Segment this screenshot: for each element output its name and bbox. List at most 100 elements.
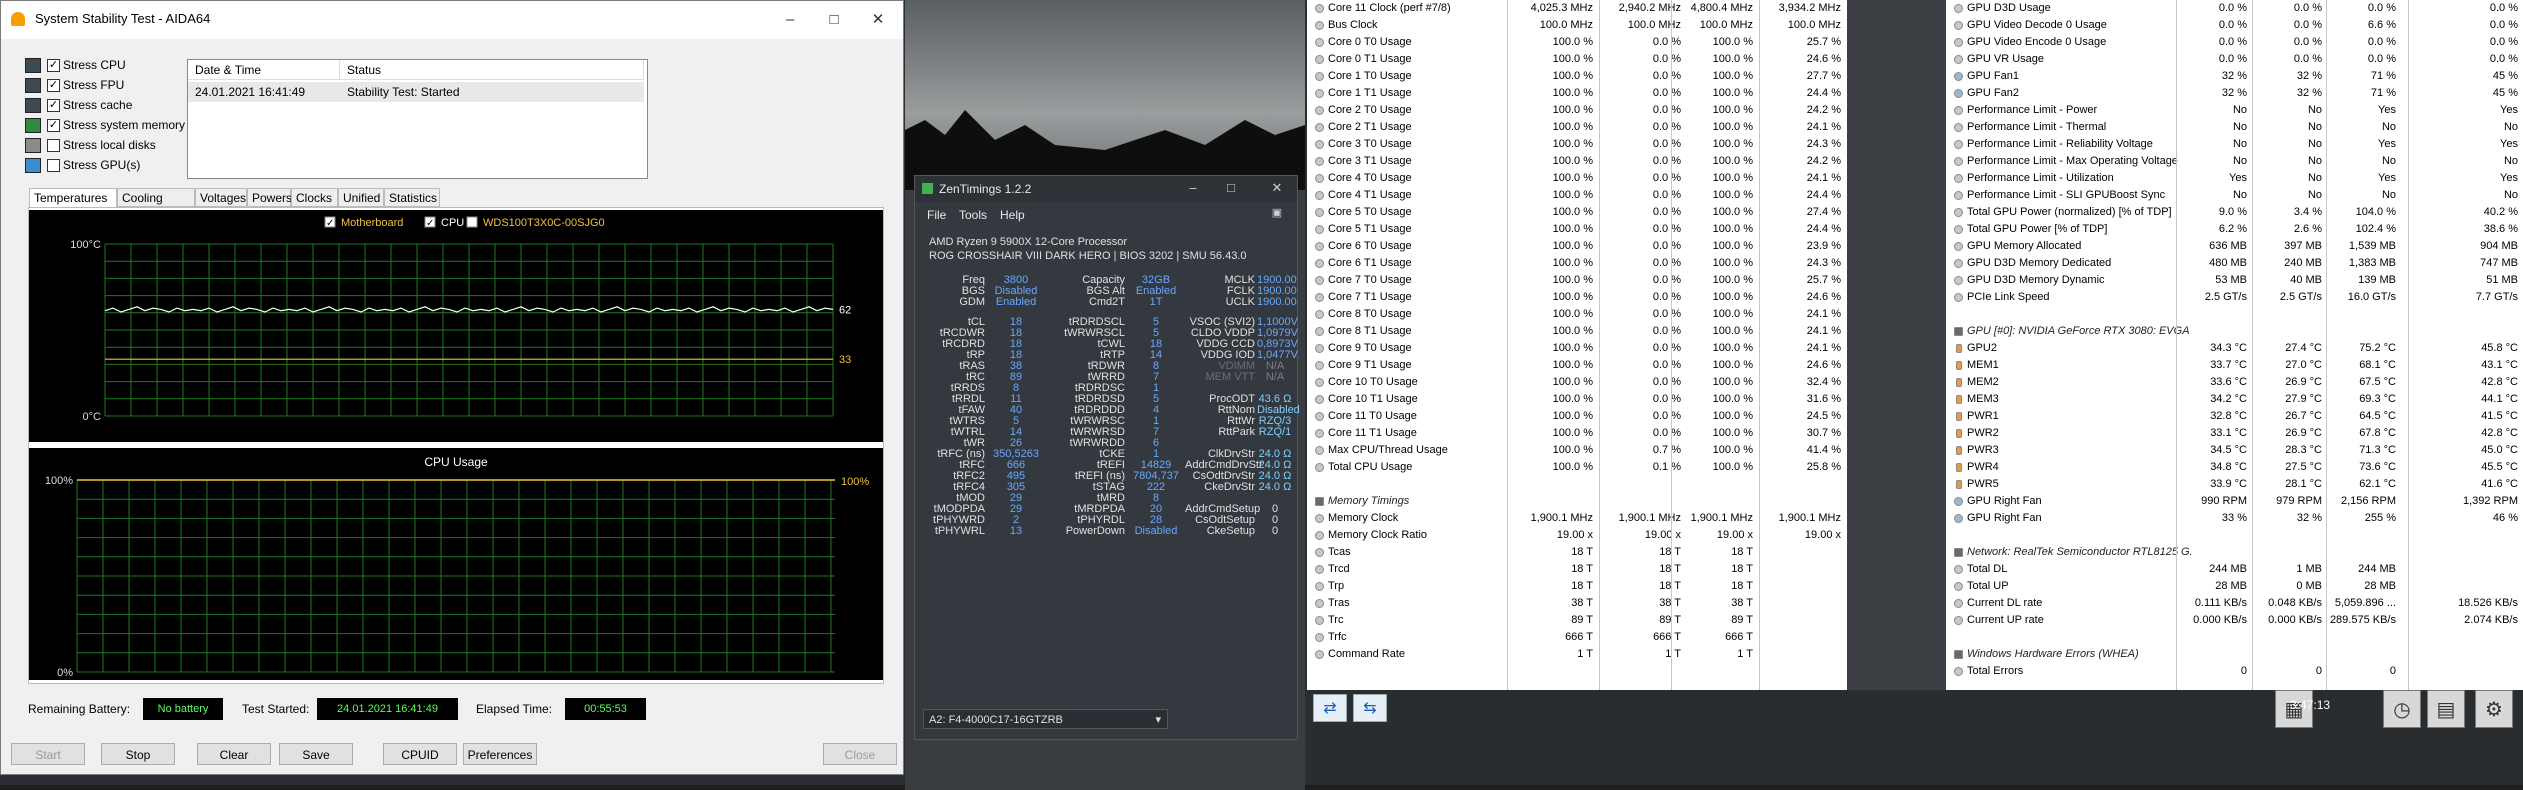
arrows-left-right-icon[interactable]: ⇄	[1313, 694, 1347, 722]
stress-option-2[interactable]: ✓ Stress cache	[25, 97, 195, 115]
hw-sensor-row[interactable]: Core 8 T0 Usage 100.0 % 0.0 % 100.0 % 24.1 %	[1307, 306, 1847, 323]
hw-sensor-row[interactable]: Core 7 T1 Usage 100.0 % 0.0 % 100.0 % 24.6 %	[1307, 289, 1847, 306]
hw-sensor-row[interactable]: Total CPU Usage 100.0 % 0.1 % 100.0 % 25.8 %	[1307, 459, 1847, 476]
hw-sensor-row[interactable]: GPU D3D Usage 0.0 % 0.0 % 0.0 % 0.0 %	[1946, 0, 2523, 17]
hw-sensor-row[interactable]: Performance Limit - SLI GPUBoost Sync No N…	[1946, 187, 2523, 204]
hw-sensor-row[interactable]: MEM3 34.2 °C 27.9 °C 69.3 °C 44.1 °C	[1946, 391, 2523, 408]
stress-option-1[interactable]: ✓ Stress FPU	[25, 77, 195, 95]
tab-temperatures[interactable]: Temperatures	[29, 188, 117, 208]
hw-sensor-row[interactable]: Core 0 T0 Usage 100.0 % 0.0 % 100.0 % 25.7 %	[1307, 34, 1847, 51]
hw-sensor-row[interactable]: Max CPU/Thread Usage 100.0 % 0.7 % 100.0 % 4…	[1307, 442, 1847, 459]
hw-sensor-row[interactable]: Total Errors 0 0 0	[1946, 663, 2523, 680]
hw-sensor-row[interactable]: PWR4 34.8 °C 27.5 °C 73.6 °C 45.5 °C	[1946, 459, 2523, 476]
stress-checkbox-2[interactable]: ✓	[47, 99, 60, 112]
log-cell-datetime[interactable]: 24.01.2021 16:41:49	[188, 82, 340, 102]
hw-sensor-row[interactable]: Core 9 T0 Usage 100.0 % 0.0 % 100.0 % 24.1 %	[1307, 340, 1847, 357]
stress-checkbox-1[interactable]: ✓	[47, 79, 60, 92]
cpuid-button[interactable]: CPUID	[383, 743, 457, 765]
hw-sensor-row[interactable]: Performance Limit - Utilization Yes No Yes Y…	[1946, 170, 2523, 187]
hw-sensor-row[interactable]: Performance Limit - Max Operating Voltag…	[1946, 153, 2523, 170]
hw-sensor-row[interactable]: Core 4 T0 Usage 100.0 % 0.0 % 100.0 % 24.1 %	[1307, 170, 1847, 187]
hw-sensor-row[interactable]: Total UP 28 MB 0 MB 28 MB	[1946, 578, 2523, 595]
menu-file[interactable]: File	[927, 208, 946, 222]
hw-sensor-row[interactable]: GPU2 34.3 °C 27.4 °C 75.2 °C 45.8 °C	[1946, 340, 2523, 357]
tab-voltages[interactable]: Voltages	[195, 188, 247, 207]
hw-sensor-row[interactable]: Trc 89 T 89 T 89 T	[1307, 612, 1847, 629]
tab-clocks[interactable]: Clocks	[291, 188, 338, 207]
hw-sensor-row[interactable]: GPU D3D Memory Dynamic 53 MB 40 MB 139 MB 51…	[1946, 272, 2523, 289]
hw-sensor-row[interactable]: Core 2 T0 Usage 100.0 % 0.0 % 100.0 % 24.2 %	[1307, 102, 1847, 119]
menu-tools[interactable]: Tools	[959, 208, 987, 222]
hw-sensor-row[interactable]: GPU Video Encode 0 Usage 0.0 % 0.0 % 0.0 % 0…	[1946, 34, 2523, 51]
clock-icon[interactable]: ◷	[2383, 690, 2421, 728]
hw-sensor-row[interactable]: Core 11 Clock (perf #7/8) 4,025.3 MHz 2,94…	[1307, 0, 1847, 17]
settings-gear-icon[interactable]: ⚙	[2475, 690, 2513, 728]
hw-sensor-row[interactable]: Core 1 T1 Usage 100.0 % 0.0 % 100.0 % 24.4 %	[1307, 85, 1847, 102]
hw-sensor-row[interactable]: Tcas 18 T 18 T 18 T	[1307, 544, 1847, 561]
hw-sensor-row[interactable]: MEM1 33.7 °C 27.0 °C 68.1 °C 43.1 °C	[1946, 357, 2523, 374]
hw-sensor-row[interactable]: Core 2 T1 Usage 100.0 % 0.0 % 100.0 % 24.1 %	[1307, 119, 1847, 136]
stress-option-4[interactable]: Stress local disks	[25, 137, 195, 155]
hw-sensor-row[interactable]: Core 6 T0 Usage 100.0 % 0.0 % 100.0 % 23.9 %	[1307, 238, 1847, 255]
save-button[interactable]: Save	[279, 743, 353, 765]
hw-section-header[interactable]: Memory Timings	[1307, 493, 1847, 510]
hw-sensor-row[interactable]: GPU D3D Memory Dedicated 480 MB 240 MB 1,38…	[1946, 255, 2523, 272]
hw-sensor-row[interactable]: Core 3 T1 Usage 100.0 % 0.0 % 100.0 % 24.2 %	[1307, 153, 1847, 170]
hw-sensor-row[interactable]: Core 1 T0 Usage 100.0 % 0.0 % 100.0 % 27.7 %	[1307, 68, 1847, 85]
hw-sensor-row[interactable]: GPU Video Decode 0 Usage 0.0 % 0.0 % 6.6 % 0…	[1946, 17, 2523, 34]
hw-sensor-row[interactable]: Total GPU Power (normalized) [% of TDP] 9…	[1946, 204, 2523, 221]
arrows-collapse-icon[interactable]: ⇆	[1353, 694, 1387, 722]
start-button[interactable]: Start	[11, 743, 85, 765]
zen-minimize-icon[interactable]: –	[1183, 180, 1203, 198]
screenshot-icon[interactable]: ▣	[1267, 206, 1287, 224]
legend-checkbox[interactable]	[466, 216, 478, 228]
minimize-icon[interactable]: –	[777, 7, 803, 33]
log-cell-status[interactable]: Stability Test: Started	[340, 82, 644, 102]
hw-sensor-row[interactable]: Core 0 T1 Usage 100.0 % 0.0 % 100.0 % 24.6 %	[1307, 51, 1847, 68]
tab-powers[interactable]: Powers	[247, 188, 292, 207]
zen-close-icon[interactable]: ✕	[1267, 180, 1287, 198]
stress-option-3[interactable]: ✓ Stress system memory	[25, 117, 195, 135]
hw-section-header[interactable]: Windows Hardware Errors (WHEA)	[1946, 646, 2523, 663]
hw-sensor-row[interactable]: GPU Memory Allocated 636 MB 397 MB 1,539 MB…	[1946, 238, 2523, 255]
clear-button[interactable]: Clear	[197, 743, 271, 765]
stress-checkbox-0[interactable]: ✓	[47, 59, 60, 72]
dimm-select[interactable]: A2: F4-4000C17-16GTZRB ▾	[923, 709, 1168, 729]
hw-sensor-row[interactable]: Core 3 T0 Usage 100.0 % 0.0 % 100.0 % 24.3 %	[1307, 136, 1847, 153]
hw-sensor-row[interactable]: GPU Right Fan 990 RPM 979 RPM 2,156 RPM 1,39…	[1946, 493, 2523, 510]
hw-sensor-row[interactable]: Performance Limit - Power No No Yes Yes	[1946, 102, 2523, 119]
hw-section-header[interactable]: GPU [#0]: NVIDIA GeForce RTX 3080: EVGA …	[1946, 323, 2523, 340]
hw-sensor-row[interactable]: Core 7 T0 Usage 100.0 % 0.0 % 100.0 % 25.7 %	[1307, 272, 1847, 289]
preferences-button[interactable]: Preferences	[463, 743, 537, 765]
hw-sensor-row[interactable]: Core 5 T1 Usage 100.0 % 0.0 % 100.0 % 24.4 %	[1307, 221, 1847, 238]
stress-checkbox-4[interactable]	[47, 139, 60, 152]
hw-sensor-row[interactable]: GPU VR Usage 0.0 % 0.0 % 0.0 % 0.0 %	[1946, 51, 2523, 68]
hw-sensor-row[interactable]: Core 9 T1 Usage 100.0 % 0.0 % 100.0 % 24.6 %	[1307, 357, 1847, 374]
hw-sensor-row[interactable]: Trp 18 T 18 T 18 T	[1307, 578, 1847, 595]
maximize-icon[interactable]: □	[821, 7, 847, 33]
hw-sensor-row[interactable]: PWR3 34.5 °C 28.3 °C 71.3 °C 45.0 °C	[1946, 442, 2523, 459]
legend-item-0[interactable]: ✓ Motherboard	[324, 216, 403, 229]
hw-sensor-row[interactable]: Core 6 T1 Usage 100.0 % 0.0 % 100.0 % 24.3 %	[1307, 255, 1847, 272]
stress-option-5[interactable]: Stress GPU(s)	[25, 157, 195, 175]
hw-sensor-row[interactable]: Performance Limit - Thermal No No No No	[1946, 119, 2523, 136]
hw-section-header[interactable]: Network: RealTek Semiconductor RTL8125 G…	[1946, 544, 2523, 561]
hw-sensor-row[interactable]: Core 10 T1 Usage 100.0 % 0.0 % 100.0 % 31.6 …	[1307, 391, 1847, 408]
hw-sensor-row[interactable]: Current UP rate 0.000 KB/s 0.000 KB/s 289.5…	[1946, 612, 2523, 629]
log-header-datetime[interactable]: Date & Time	[188, 60, 340, 80]
legend-item-1[interactable]: ✓ CPU	[424, 216, 464, 229]
hw-sensor-row[interactable]: Tras 38 T 38 T 38 T	[1307, 595, 1847, 612]
hw-sensor-row[interactable]: Core 11 T1 Usage 100.0 % 0.0 % 100.0 % 30.7 …	[1307, 425, 1847, 442]
hw-sensor-row[interactable]: Core 11 T0 Usage 100.0 % 0.0 % 100.0 % 24.5 …	[1307, 408, 1847, 425]
hw-sensor-row[interactable]: Memory Clock Ratio 19.00 x 19.00 x 19.00 x1…	[1307, 527, 1847, 544]
tab-statistics[interactable]: Statistics	[384, 188, 440, 207]
close-button[interactable]: Close	[823, 743, 897, 765]
hw-sensor-row[interactable]: GPU Fan1 32 % 32 % 71 % 45 %	[1946, 68, 2523, 85]
stress-option-0[interactable]: ✓ Stress CPU	[25, 57, 195, 75]
stress-checkbox-3[interactable]: ✓	[47, 119, 60, 132]
stress-checkbox-5[interactable]	[47, 159, 60, 172]
legend-item-2[interactable]: WDS100T3X0C-00SJG0	[466, 216, 605, 229]
hw-sensor-row[interactable]: MEM2 33.6 °C 26.9 °C 67.5 °C 42.8 °C	[1946, 374, 2523, 391]
tab-unified[interactable]: Unified	[338, 188, 384, 207]
log-header-status[interactable]: Status	[340, 60, 644, 80]
